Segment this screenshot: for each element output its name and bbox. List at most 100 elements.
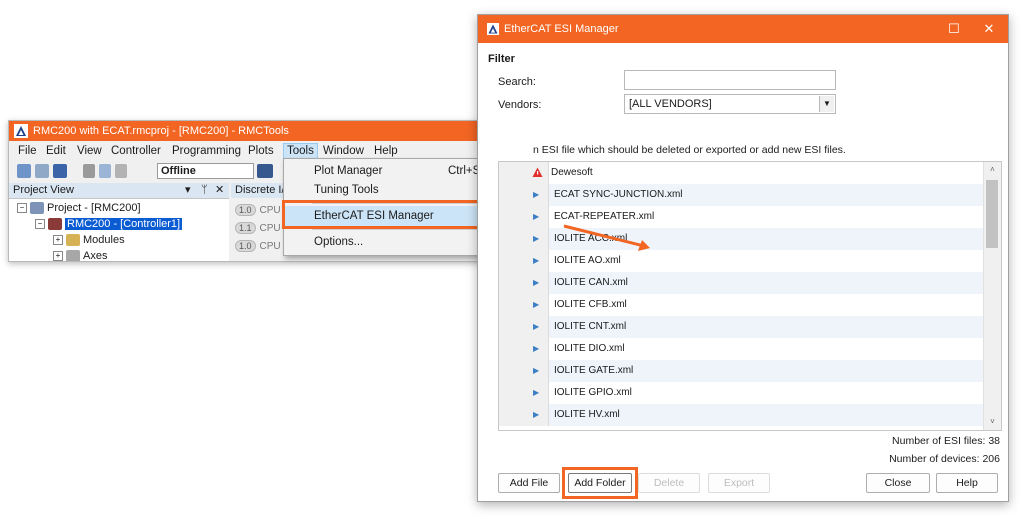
row-header (499, 382, 549, 404)
esi-window-title: EtherCAT ESI Manager (504, 23, 619, 35)
scroll-up-icon[interactable]: ˄ (984, 162, 1001, 178)
expand-icon[interactable]: + (53, 235, 63, 246)
menu-help[interactable]: Help (371, 144, 401, 158)
collapse-icon[interactable]: − (17, 203, 27, 214)
file-row[interactable]: ▶ IOLITE CAN.xml (499, 272, 983, 294)
row-expand-icon[interactable]: ▶ (533, 338, 539, 360)
add-file-button[interactable]: Add File (498, 473, 560, 493)
cpu-slot-badge: 1.0 (235, 240, 256, 252)
file-name: IOLITE GPIO.xml (554, 387, 632, 398)
rmctools-title-bar[interactable]: RMC200 with ECAT.rmcproj - [RMC200] - RM… (9, 121, 529, 141)
file-name: IOLITE CFB.xml (554, 299, 627, 310)
save-icon[interactable] (53, 164, 67, 178)
tree-node-label: RMC200 - [Controller1] (65, 218, 183, 230)
pin-dropdown-icon[interactable]: ▾ (185, 183, 191, 198)
menu-plots[interactable]: Plots (245, 144, 277, 158)
row-expand-icon[interactable]: ▶ (533, 360, 539, 382)
file-row[interactable]: ▶ IOLITE CNT.xml (499, 316, 983, 338)
tree-node-controller[interactable]: − RMC200 - [Controller1] (35, 217, 183, 232)
file-row[interactable]: ▶ IOLITE CFB.xml (499, 294, 983, 316)
annotation-arrow-icon (563, 224, 650, 251)
menu-item-label: Plot Manager (314, 165, 383, 177)
cpu-label: CPU (259, 223, 281, 234)
collapse-icon[interactable]: − (35, 219, 45, 230)
vendor-logo-icon (532, 167, 543, 177)
row-expand-icon[interactable]: ▶ (533, 206, 539, 228)
vendor-name: Dewesoft (551, 167, 593, 178)
discrete-io-title: Discrete I/ (235, 184, 285, 196)
row-expand-icon[interactable]: ▶ (533, 228, 539, 250)
file-row[interactable]: ▶ IOLITE DIO.xml (499, 338, 983, 360)
menu-programming[interactable]: Programming (169, 144, 244, 158)
close-button[interactable]: Close (866, 473, 930, 493)
row-expand-icon[interactable]: ▶ (533, 404, 539, 426)
chevron-down-icon: ▼ (819, 96, 834, 112)
file-row[interactable]: ▶ ECAT SYNC-JUNCTION.xml (499, 184, 983, 206)
vendors-label: Vendors: (498, 99, 542, 111)
vertical-scrollbar[interactable]: ˄ ˅ (983, 162, 1001, 430)
file-row[interactable]: ▶ IOLITE GATE.xml (499, 360, 983, 382)
file-name: IOLITE CAN.xml (554, 277, 628, 288)
filter-heading: Filter (488, 53, 515, 65)
tree-node-label: Axes (83, 250, 108, 262)
row-header (499, 228, 549, 250)
file-row[interactable]: ▶ IOLITE GPIO.xml (499, 382, 983, 404)
maximize-icon[interactable]: ☐ (944, 20, 964, 38)
menu-controller[interactable]: Controller (108, 144, 164, 158)
close-icon[interactable]: ✕ (979, 20, 999, 38)
tree-node-project[interactable]: − Project - [RMC200] (17, 201, 141, 216)
menu-window[interactable]: Window (320, 144, 367, 158)
file-row[interactable]: ▶ IOLITE HV.xml (499, 404, 983, 426)
row-header (499, 360, 549, 382)
row-expand-icon[interactable]: ▶ (533, 272, 539, 294)
paste-icon[interactable] (115, 164, 127, 178)
expand-icon[interactable]: + (53, 251, 63, 261)
vendor-row[interactable]: Dewesoft (499, 162, 983, 184)
cut-icon[interactable] (83, 164, 95, 178)
menu-view[interactable]: View (74, 144, 105, 158)
new-project-icon[interactable] (17, 164, 31, 178)
row-expand-icon[interactable]: ▶ (533, 184, 539, 206)
menu-edit[interactable]: Edit (43, 144, 69, 158)
menu-item-label: Tuning Tools (314, 184, 379, 196)
delete-button[interactable]: Delete (638, 473, 700, 493)
scroll-down-icon[interactable]: ˅ (984, 414, 1001, 430)
file-name: IOLITE GATE.xml (554, 365, 634, 376)
row-expand-icon[interactable]: ▶ (533, 382, 539, 404)
monitor-icon[interactable] (257, 164, 273, 178)
panel-close-icon[interactable]: ✕ (215, 183, 224, 198)
mode-select[interactable]: Offline (157, 163, 254, 179)
row-expand-icon[interactable]: ▶ (533, 294, 539, 316)
cpu-row: 1.0 CPU (235, 240, 281, 254)
menu-file[interactable]: File (15, 144, 40, 158)
cpu-row: 1.0 CPU (235, 204, 281, 218)
help-button[interactable]: Help (936, 473, 998, 493)
row-expand-icon[interactable]: ▶ (533, 316, 539, 338)
export-button[interactable]: Export (708, 473, 770, 493)
copy-icon[interactable] (99, 164, 111, 178)
scrollbar-thumb[interactable] (986, 180, 998, 248)
open-project-icon[interactable] (35, 164, 49, 178)
device-count: Number of devices: 206 (889, 453, 1000, 465)
search-label: Search: (498, 76, 536, 88)
esi-file-list: Dewesoft ▶ ECAT SYNC-JUNCTION.xml ▶ ECAT-RE… (498, 161, 1002, 431)
instruction-text: n ESI file which should be deleted or ex… (533, 144, 846, 156)
tree-node-axes[interactable]: + Axes (53, 249, 108, 262)
row-header (499, 272, 549, 294)
project-icon (30, 202, 44, 215)
menu-tools[interactable]: Tools (283, 143, 318, 159)
tree-node-modules[interactable]: + Modules (53, 233, 125, 248)
file-name: IOLITE DIO.xml (554, 343, 625, 354)
cpu-slot-badge: 1.1 (235, 222, 256, 234)
controller-icon (48, 218, 62, 231)
row-expand-icon[interactable]: ▶ (533, 250, 539, 272)
vendors-select[interactable]: [ALL VENDORS] ▼ (624, 94, 836, 114)
row-header (499, 184, 549, 206)
cpu-slot-badge: 1.0 (235, 204, 256, 216)
row-header (499, 250, 549, 272)
app-logo-icon (487, 23, 499, 35)
search-input[interactable] (624, 70, 836, 90)
autohide-pin-icon[interactable]: ᛘ (201, 183, 208, 198)
tree-node-label: Project - [RMC200] (47, 202, 141, 214)
esi-title-bar[interactable]: EtherCAT ESI Manager ☐ ✕ (478, 15, 1008, 43)
